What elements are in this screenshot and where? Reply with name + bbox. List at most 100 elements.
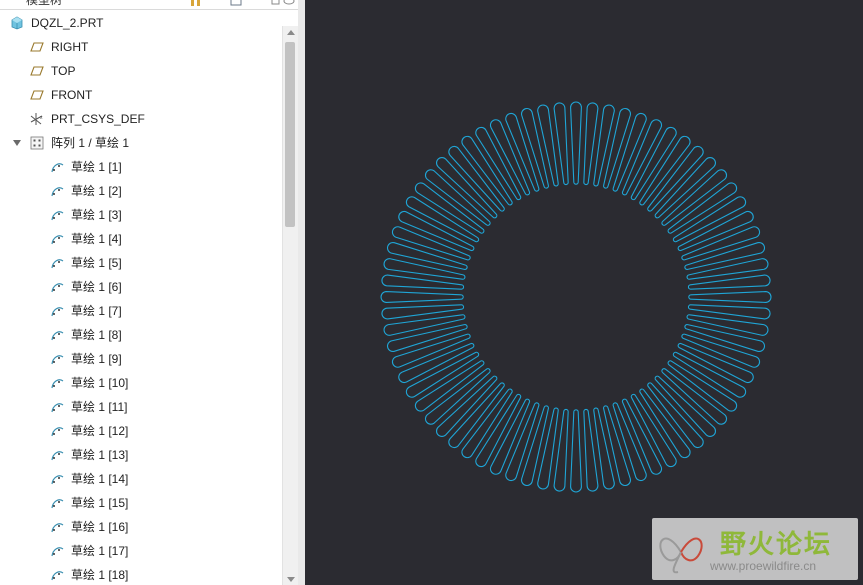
panel-splitter[interactable] bbox=[298, 0, 305, 585]
sketch-icon bbox=[51, 547, 64, 557]
tree-item-sketch[interactable]: 草绘 1 [9] bbox=[0, 347, 282, 371]
sketch-icon bbox=[51, 499, 64, 509]
sketch-slot-curve bbox=[414, 360, 485, 412]
butterfly-logo-icon bbox=[659, 537, 703, 574]
sketch-icon bbox=[51, 163, 64, 173]
tree-item-label: 草绘 1 [7] bbox=[71, 304, 122, 318]
tree-item-sketch[interactable]: 草绘 1 [13] bbox=[0, 443, 282, 467]
sketch-icon bbox=[51, 331, 64, 341]
tree-item-front[interactable]: FRONT bbox=[0, 83, 282, 107]
graphics-viewport[interactable] bbox=[305, 0, 863, 585]
sketch-icon bbox=[51, 379, 64, 389]
sketch-slot-curve bbox=[436, 375, 498, 437]
tree-item-csys[interactable]: x PRT_CSYS_DEF bbox=[0, 107, 282, 131]
tree-item-sketch[interactable]: 草绘 1 [4] bbox=[0, 227, 282, 251]
sketch-slot-curve bbox=[654, 375, 716, 437]
sketch-slot-curve bbox=[380, 291, 464, 303]
tree-item-label: 草绘 1 [16] bbox=[71, 520, 129, 534]
sketch-icon bbox=[51, 283, 64, 293]
sketch-slot-curve bbox=[630, 393, 677, 468]
tree-item-sketch[interactable]: 草绘 1 [5] bbox=[0, 251, 282, 275]
model-tree-header: 模型树 bbox=[0, 0, 298, 10]
sketch-slot-curve bbox=[414, 182, 485, 234]
tree-item-label: 草绘 1 [9] bbox=[71, 352, 122, 366]
tree-item-label: 草绘 1 [15] bbox=[71, 496, 129, 510]
tree-item-label: 草绘 1 [2] bbox=[71, 184, 122, 198]
sketch-slot-curve bbox=[639, 388, 691, 459]
tree-item-sketch[interactable]: 草绘 1 [8] bbox=[0, 323, 282, 347]
tree-item-label: 草绘 1 [5] bbox=[71, 256, 122, 270]
sketch-pattern-drawing bbox=[380, 101, 772, 493]
sketch-slot-curve bbox=[475, 393, 522, 468]
tree-filter-icon[interactable] bbox=[230, 0, 242, 7]
tree-item-top[interactable]: TOP bbox=[0, 59, 282, 83]
model-tree-list: DQZL_2.PRT RIGHT TOP FRONT x PRT_CSYS_DE… bbox=[0, 11, 282, 585]
sketch-icon bbox=[51, 571, 64, 581]
tree-item-sketch[interactable]: 草绘 1 [6] bbox=[0, 275, 282, 299]
model-tree-panel: 模型树 DQZL_2.PRT RIGHT TOP FRONT x PRT_CSY… bbox=[0, 0, 299, 585]
sketch-icon bbox=[51, 235, 64, 245]
tree-item-label: 草绘 1 [10] bbox=[71, 376, 129, 390]
sketch-slot-curve bbox=[654, 157, 716, 219]
sketch-slot-curve bbox=[672, 196, 747, 243]
sketch-slot-curve bbox=[475, 126, 522, 201]
sketch-icon bbox=[51, 403, 64, 413]
tree-hide-icon[interactable] bbox=[283, 0, 295, 7]
tree-show-icon[interactable] bbox=[270, 0, 282, 7]
tree-scrollbar[interactable] bbox=[282, 26, 298, 585]
watermark-url: www.proewildfire.cn bbox=[710, 559, 817, 573]
tree-item-sketch[interactable]: 草绘 1 [11] bbox=[0, 395, 282, 419]
part-icon bbox=[11, 16, 23, 30]
sketch-slot-curve bbox=[667, 360, 738, 412]
tree-item-label: DQZL_2.PRT bbox=[31, 16, 104, 30]
sketch-slot-curve bbox=[461, 135, 513, 206]
scroll-up-arrow-icon[interactable] bbox=[287, 30, 295, 35]
sketch-slot-curve bbox=[461, 388, 513, 459]
tree-item-label: 草绘 1 [6] bbox=[71, 280, 122, 294]
tree-item-sketch[interactable]: 草绘 1 [3] bbox=[0, 203, 282, 227]
tree-item-label: RIGHT bbox=[51, 40, 89, 54]
tree-item-label: 草绘 1 [4] bbox=[71, 232, 122, 246]
coordinate-system-icon: x bbox=[30, 113, 43, 125]
svg-text:x: x bbox=[40, 115, 43, 121]
tree-item-label: 草绘 1 [17] bbox=[71, 544, 129, 558]
tree-item-sketch[interactable]: 草绘 1 [16] bbox=[0, 515, 282, 539]
sketch-icon bbox=[51, 451, 64, 461]
tree-item-root[interactable]: DQZL_2.PRT bbox=[0, 11, 282, 35]
watermark-title: 野火论坛 bbox=[720, 530, 833, 560]
tree-item-sketch[interactable]: 草绘 1 [7] bbox=[0, 299, 282, 323]
scroll-down-arrow-icon[interactable] bbox=[287, 577, 295, 582]
tree-item-sketch[interactable]: 草绘 1 [2] bbox=[0, 179, 282, 203]
forum-watermark: 野火论坛 www.proewildfire.cn bbox=[652, 518, 858, 580]
tree-item-pattern[interactable]: 阵列 1 / 草绘 1 bbox=[0, 131, 282, 155]
sketch-icon bbox=[51, 427, 64, 437]
scrollbar-thumb[interactable] bbox=[285, 42, 295, 227]
tree-item-label: 草绘 1 [13] bbox=[71, 448, 129, 462]
sketch-icon bbox=[51, 211, 64, 221]
application-window: 模型树 DQZL_2.PRT RIGHT TOP FRONT x PRT_CSY… bbox=[0, 0, 863, 585]
tree-item-right[interactable]: RIGHT bbox=[0, 35, 282, 59]
sketch-slot-curve bbox=[405, 351, 480, 398]
sketch-slot-curve bbox=[436, 157, 498, 219]
tree-item-sketch[interactable]: 草绘 1 [10] bbox=[0, 371, 282, 395]
tree-item-sketch[interactable]: 草绘 1 [12] bbox=[0, 419, 282, 443]
tree-item-sketch[interactable]: 草绘 1 [14] bbox=[0, 467, 282, 491]
datum-plane-icon bbox=[30, 42, 44, 52]
sketch-slot-curve bbox=[570, 409, 582, 493]
sketch-slot-curve bbox=[672, 351, 747, 398]
tree-item-sketch[interactable]: 草绘 1 [1] bbox=[0, 155, 282, 179]
tree-item-sketch[interactable]: 草绘 1 [18] bbox=[0, 563, 282, 585]
sketch-icon bbox=[51, 307, 64, 317]
sketch-icon bbox=[51, 523, 64, 533]
tree-item-label: 草绘 1 [14] bbox=[71, 472, 129, 486]
sketch-icon bbox=[51, 259, 64, 269]
sketch-icon bbox=[51, 187, 64, 197]
datum-plane-icon bbox=[30, 90, 44, 100]
tree-settings-icon[interactable] bbox=[190, 0, 202, 7]
sketch-slot-curve bbox=[405, 196, 480, 243]
tree-item-sketch[interactable]: 草绘 1 [15] bbox=[0, 491, 282, 515]
sketch-slot-curve bbox=[570, 101, 582, 185]
expand-arrow-icon[interactable] bbox=[13, 140, 21, 146]
tree-item-label: 草绘 1 [8] bbox=[71, 328, 122, 342]
tree-item-sketch[interactable]: 草绘 1 [17] bbox=[0, 539, 282, 563]
